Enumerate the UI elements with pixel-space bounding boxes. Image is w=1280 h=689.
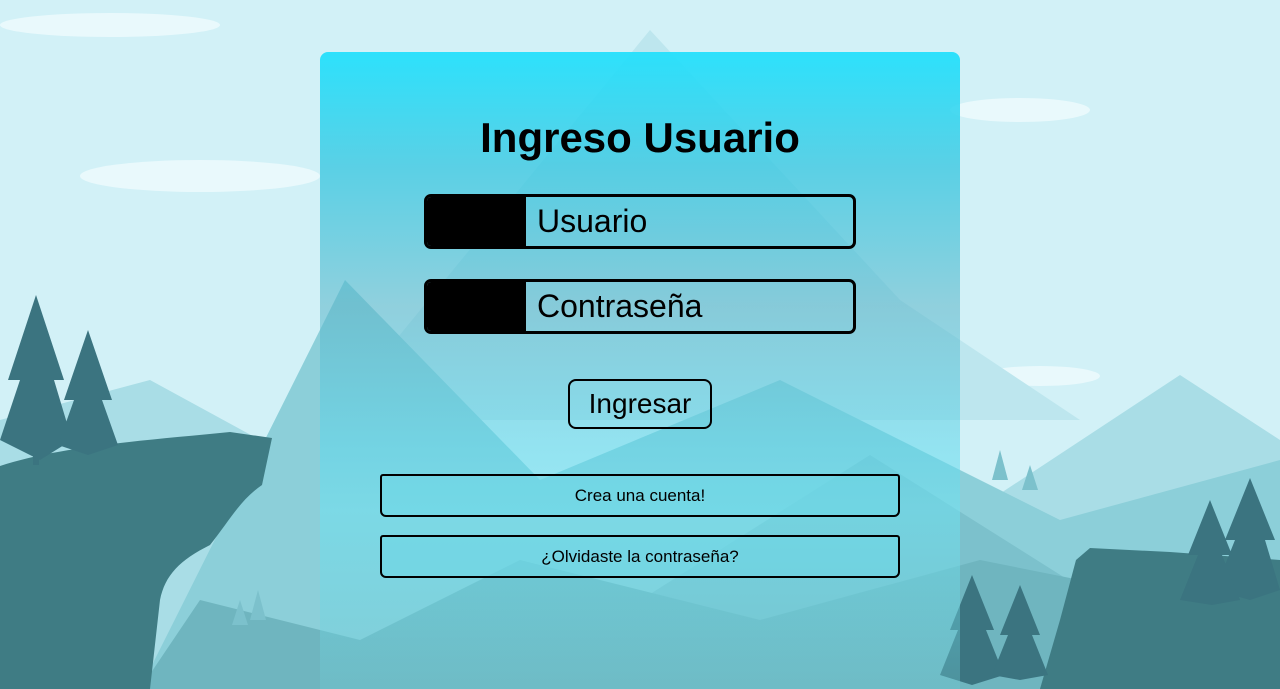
login-card: Ingreso Usuario Ingresar Crea una cuenta…: [320, 52, 960, 689]
login-button[interactable]: Ingresar: [568, 379, 712, 429]
lock-icon: [427, 282, 526, 331]
username-field[interactable]: [424, 194, 856, 249]
username-input[interactable]: [526, 197, 853, 246]
password-field[interactable]: [424, 279, 856, 334]
create-account-button[interactable]: Crea una cuenta!: [380, 474, 900, 517]
forgot-password-button[interactable]: ¿Olvidaste la contraseña?: [380, 535, 900, 578]
login-title: Ingreso Usuario: [480, 114, 800, 161]
user-icon: [427, 197, 526, 246]
password-input[interactable]: [526, 282, 853, 331]
